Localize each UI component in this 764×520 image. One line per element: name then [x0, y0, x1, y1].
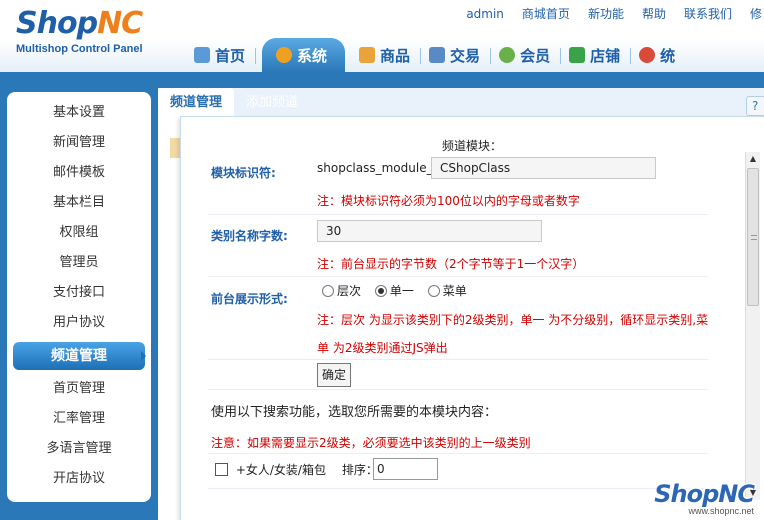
- sidebar-item-permission-groups[interactable]: 权限组: [7, 218, 151, 248]
- category-label: +女人/女装/箱包: [235, 463, 326, 477]
- nav-tab-members[interactable]: 会员: [491, 38, 562, 72]
- top-links: admin 商城首页 新功能 帮助 联系我们 修: [457, 6, 764, 22]
- top-link-edit[interactable]: 修: [741, 6, 764, 22]
- sidebar: 基本设置 新闻管理 邮件模板 基本栏目 权限组 管理员 支付接口 用户协议 频道…: [7, 92, 151, 502]
- content-tabs: 频道管理 添加频道: [158, 88, 310, 116]
- radio-circle[interactable]: [427, 285, 440, 297]
- top-link-admin[interactable]: admin: [457, 6, 513, 22]
- truck-icon: [429, 47, 446, 63]
- row-divider: [208, 359, 708, 360]
- watermark-logo: ShopNC: [654, 480, 755, 508]
- confirm-button[interactable]: 确定: [317, 363, 352, 387]
- row-divider: [208, 389, 708, 390]
- sort-input[interactable]: 0: [373, 458, 438, 480]
- scrollbar-thumb[interactable]: [747, 168, 759, 306]
- nav-tab-stats[interactable]: 统: [631, 38, 675, 72]
- category-row: +女人/女装/箱包 排序：: [215, 461, 378, 478]
- sidebar-item-user-agreement[interactable]: 用户协议: [7, 308, 151, 338]
- tab-add-channel[interactable]: 添加频道: [234, 88, 310, 116]
- sidebar-item-exchange-rate[interactable]: 汇率管理: [7, 404, 151, 434]
- name-length-label: 类别名称字数:: [211, 229, 288, 243]
- sidebar-item-languages[interactable]: 多语言管理: [7, 434, 151, 464]
- radio-menu[interactable]: 菜单: [427, 284, 467, 298]
- sidebar-item-news[interactable]: 新闻管理: [7, 128, 151, 158]
- radio-circle[interactable]: [322, 285, 334, 297]
- radio-hierarchy[interactable]: 层次: [322, 284, 361, 298]
- nav-tab-label: 店铺: [590, 46, 621, 65]
- radio-single[interactable]: 单一: [374, 284, 414, 298]
- top-link-help[interactable]: 帮助: [633, 6, 675, 22]
- sidebar-item-admins[interactable]: 管理员: [7, 248, 151, 278]
- radio-circle[interactable]: [374, 285, 387, 297]
- scrollbar-grip-icon: [751, 235, 757, 240]
- display-style-label: 前台展示形式:: [211, 292, 288, 306]
- nav-tab-label: 统: [660, 46, 676, 65]
- radio-label: 单一: [389, 284, 414, 298]
- nav-tab-goods[interactable]: 商品: [351, 38, 422, 72]
- name-length-note: 注：前台显示的字节数（2个字节等于1一个汉字）: [317, 257, 585, 271]
- nav-separator: [255, 48, 257, 64]
- box-icon: [359, 47, 376, 63]
- nav-tab-trade[interactable]: 交易: [421, 38, 492, 72]
- scroll-up-arrow-icon[interactable]: ▲: [746, 152, 760, 166]
- home-icon: [194, 47, 210, 63]
- display-style-note-line-2: 单 为2级类别通过JS弹出: [317, 341, 448, 355]
- sidebar-item-homepage[interactable]: 首页管理: [7, 374, 151, 404]
- nav-tab-label: 会员: [520, 46, 551, 65]
- module-id-note: 注：模块标识符必须为100位以内的字母或者数字: [317, 194, 580, 208]
- sidebar-item-basic-settings[interactable]: 基本设置: [7, 98, 151, 128]
- display-style-note-line-1: 注：层次 为显示该类别下的2级类别，单一 为不分级别，循环显示类别,菜: [317, 313, 709, 327]
- logo-subtitle: Multishop Control Panel: [16, 43, 143, 55]
- category-checkbox[interactable]: [215, 463, 228, 476]
- row-divider: [208, 214, 708, 215]
- nav-tab-home[interactable]: 首页: [186, 38, 257, 72]
- vertical-scrollbar[interactable]: ▲ ▼: [745, 152, 760, 500]
- watermark: ShopNC www.shopnc.net: [654, 480, 755, 516]
- radio-label: 菜单: [442, 284, 467, 298]
- tab-channel-management[interactable]: 频道管理: [158, 88, 235, 116]
- chart-icon: [639, 47, 656, 63]
- sidebar-item-channels[interactable]: 频道管理: [13, 342, 146, 370]
- section-title: 频道模块：: [442, 139, 503, 153]
- nav-tab-label: 系统: [297, 46, 328, 65]
- row-divider: [208, 276, 708, 277]
- nav-tab-label: 商品: [380, 46, 411, 65]
- gear-icon: [276, 47, 293, 63]
- sidebar-item-shop-agreement[interactable]: 开店协议: [7, 464, 151, 494]
- sidebar-item-basic-columns[interactable]: 基本栏目: [7, 188, 151, 218]
- name-length-input[interactable]: 30: [317, 220, 542, 242]
- top-header: ShopNC Multishop Control Panel admin 商城首…: [0, 0, 764, 72]
- nav-tab-label: 交易: [450, 46, 481, 65]
- radio-label: 层次: [337, 284, 362, 298]
- row-divider: [208, 488, 708, 489]
- users-icon: [499, 47, 516, 63]
- shop-icon: [569, 47, 586, 63]
- module-id-prefix: shopclass_module_: [317, 161, 433, 175]
- search-note: 注意：如果需要显示2级类，必须要选中该类别的上一级类别: [211, 436, 531, 450]
- search-intro: 使用以下搜索功能，选取您所需要的本模块内容：: [211, 405, 498, 420]
- sidebar-item-payment[interactable]: 支付接口: [7, 278, 151, 308]
- top-link-mall-home[interactable]: 商城首页: [513, 6, 579, 22]
- top-link-new-features[interactable]: 新功能: [579, 6, 633, 22]
- top-link-contact[interactable]: 联系我们: [675, 6, 741, 22]
- logo-text: ShopNC: [16, 6, 143, 41]
- nav-tab-label: 首页: [215, 46, 246, 65]
- display-style-options: 层次 单一 菜单: [322, 282, 467, 299]
- logo[interactable]: ShopNC Multishop Control Panel: [16, 6, 143, 56]
- nav-tab-system[interactable]: 系统: [262, 38, 346, 72]
- nav-tab-shops[interactable]: 店铺: [561, 38, 632, 72]
- sidebar-item-mail-templates[interactable]: 邮件模板: [7, 158, 151, 188]
- background-icon: [170, 138, 180, 158]
- module-id-label: 模块标识符:: [211, 166, 276, 180]
- main-nav: 首页 系统 商品 交易 会员 店铺 统: [186, 38, 675, 72]
- module-id-input[interactable]: CShopClass: [431, 157, 656, 179]
- help-button[interactable]: ? 帮: [746, 96, 764, 131]
- row-divider: [208, 453, 708, 454]
